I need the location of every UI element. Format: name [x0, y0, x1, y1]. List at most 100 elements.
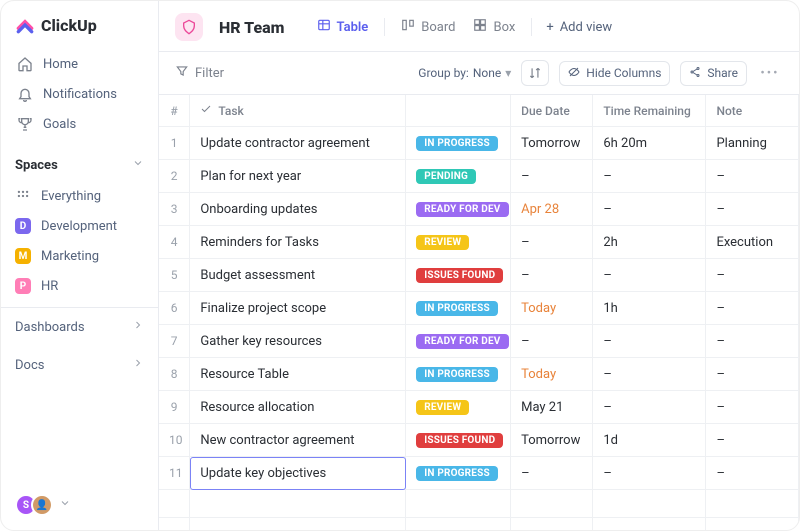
time-remaining-cell[interactable]: – — [593, 259, 706, 292]
brand-logo[interactable]: ClickUp — [1, 1, 158, 47]
chevron-down-icon[interactable] — [59, 497, 71, 513]
time-remaining-cell[interactable]: 2h — [593, 226, 706, 259]
status-cell[interactable]: REVIEW — [406, 391, 511, 424]
sidebar-item-space[interactable]: DDevelopment — [1, 211, 158, 241]
due-date-cell[interactable]: – — [511, 325, 593, 358]
col-due[interactable]: Due Date — [511, 95, 593, 127]
space-everything[interactable]: Everything — [1, 181, 158, 211]
due-date-cell[interactable]: Today — [511, 292, 593, 325]
time-remaining-cell[interactable]: – — [593, 358, 706, 391]
time-remaining-cell[interactable]: – — [593, 457, 706, 490]
task-name-cell[interactable]: Update key objectives — [190, 457, 406, 490]
task-name-cell[interactable]: Reminders for Tasks — [190, 226, 406, 259]
table-row[interactable]: 6Finalize project scopeIN PROGRESSToday1… — [159, 292, 799, 325]
hide-columns-button[interactable]: Hide Columns — [559, 61, 670, 86]
view-box[interactable]: Box — [471, 14, 517, 40]
more-menu-button[interactable]: ••• — [757, 66, 783, 81]
time-remaining-cell[interactable]: 6h 20m — [593, 127, 706, 160]
group-by-dropdown[interactable]: Group by: None ▾ — [418, 66, 511, 80]
note-cell[interactable]: – — [706, 193, 799, 226]
nav-docs[interactable]: Docs — [1, 346, 158, 384]
time-remaining-cell[interactable]: 1h — [593, 292, 706, 325]
table-row[interactable]: 11Update key objectivesIN PROGRESS––– — [159, 457, 799, 490]
sidebar-item-space[interactable]: MMarketing — [1, 241, 158, 271]
time-remaining-cell[interactable]: 1d — [593, 424, 706, 457]
task-name-cell[interactable]: Gather key resources — [190, 325, 406, 358]
task-name-cell[interactable]: Plan for next year — [190, 160, 406, 193]
table-row[interactable]: 1Update contractor agreementIN PROGRESST… — [159, 127, 799, 160]
time-remaining-cell[interactable]: – — [593, 193, 706, 226]
status-cell[interactable]: PENDING — [406, 160, 511, 193]
view-board[interactable]: Board — [399, 14, 457, 40]
time-remaining-cell[interactable]: – — [593, 391, 706, 424]
view-table[interactable]: Table — [315, 14, 371, 40]
task-name-cell[interactable]: Budget assessment — [190, 259, 406, 292]
avatar-stack[interactable]: S 👤 — [15, 494, 53, 516]
due-date-cell[interactable]: Apr 28 — [511, 193, 593, 226]
filter-button[interactable]: Filter — [175, 64, 224, 82]
time-remaining-cell[interactable]: – — [593, 325, 706, 358]
note-cell[interactable]: – — [706, 292, 799, 325]
time-remaining-cell[interactable]: – — [593, 160, 706, 193]
space-everything-label: Everything — [41, 189, 101, 204]
table-row[interactable]: 2Plan for next yearPENDING––– — [159, 160, 799, 193]
note-cell[interactable]: – — [706, 259, 799, 292]
note-cell[interactable]: – — [706, 391, 799, 424]
status-badge: READY FOR DEV — [416, 202, 508, 217]
col-task[interactable]: Task — [190, 95, 406, 127]
table-row[interactable]: 8Resource TableIN PROGRESSToday–– — [159, 358, 799, 391]
status-badge: ISSUES FOUND — [416, 268, 503, 283]
add-view-button[interactable]: + Add view — [546, 20, 612, 35]
table-row[interactable]: 3Onboarding updatesREADY FOR DEVApr 28–– — [159, 193, 799, 226]
due-date-cell[interactable]: – — [511, 457, 593, 490]
chevron-down-icon: ▾ — [505, 66, 511, 80]
sort-button[interactable] — [521, 60, 549, 86]
status-cell[interactable]: READY FOR DEV — [406, 325, 511, 358]
nav-notifications[interactable]: Notifications — [7, 79, 152, 109]
col-note[interactable]: Note — [706, 95, 799, 127]
due-date-cell[interactable]: Tomorrow — [511, 127, 593, 160]
table-row[interactable]: 9Resource allocationREVIEWMay 21–– — [159, 391, 799, 424]
status-cell[interactable]: IN PROGRESS — [406, 127, 511, 160]
due-date-cell[interactable]: Today — [511, 358, 593, 391]
status-cell[interactable]: REVIEW — [406, 226, 511, 259]
task-name-cell[interactable]: Resource Table — [190, 358, 406, 391]
table-row[interactable]: 4Reminders for TasksREVIEW–2hExecution — [159, 226, 799, 259]
task-name-cell[interactable]: New contractor agreement — [190, 424, 406, 457]
task-name-cell[interactable]: Update contractor agreement — [190, 127, 406, 160]
col-status[interactable] — [406, 95, 511, 127]
note-cell[interactable]: – — [706, 358, 799, 391]
nav-home[interactable]: Home — [7, 49, 152, 79]
due-date-cell[interactable]: – — [511, 259, 593, 292]
due-date-cell[interactable]: – — [511, 160, 593, 193]
col-idx[interactable]: # — [159, 95, 190, 127]
due-date-cell[interactable]: Tomorrow — [511, 424, 593, 457]
note-cell[interactable]: Execution — [706, 226, 799, 259]
status-cell[interactable]: ISSUES FOUND — [406, 259, 511, 292]
table-row[interactable]: 7Gather key resourcesREADY FOR DEV––– — [159, 325, 799, 358]
table-row[interactable]: 5Budget assessmentISSUES FOUND––– — [159, 259, 799, 292]
share-button[interactable]: Share — [680, 61, 747, 86]
due-date-cell[interactable]: May 21 — [511, 391, 593, 424]
status-badge: IN PROGRESS — [416, 367, 498, 382]
status-cell[interactable]: ISSUES FOUND — [406, 424, 511, 457]
status-cell[interactable]: IN PROGRESS — [406, 457, 511, 490]
note-cell[interactable]: – — [706, 160, 799, 193]
status-cell[interactable]: IN PROGRESS — [406, 358, 511, 391]
task-name-cell[interactable]: Onboarding updates — [190, 193, 406, 226]
due-date-cell[interactable]: – — [511, 226, 593, 259]
note-cell[interactable]: – — [706, 325, 799, 358]
sidebar-item-space[interactable]: PHR — [1, 271, 158, 301]
nav-dashboards[interactable]: Dashboards — [1, 308, 158, 346]
col-time[interactable]: Time Remaining — [593, 95, 706, 127]
note-cell[interactable]: – — [706, 457, 799, 490]
note-cell[interactable]: Planning — [706, 127, 799, 160]
status-cell[interactable]: READY FOR DEV — [406, 193, 511, 226]
task-name-cell[interactable]: Resource allocation — [190, 391, 406, 424]
status-cell[interactable]: IN PROGRESS — [406, 292, 511, 325]
task-name-cell[interactable]: Finalize project scope — [190, 292, 406, 325]
nav-goals[interactable]: Goals — [7, 109, 152, 139]
spaces-header[interactable]: Spaces — [1, 147, 158, 181]
note-cell[interactable]: – — [706, 424, 799, 457]
table-row[interactable]: 10New contractor agreementISSUES FOUNDTo… — [159, 424, 799, 457]
